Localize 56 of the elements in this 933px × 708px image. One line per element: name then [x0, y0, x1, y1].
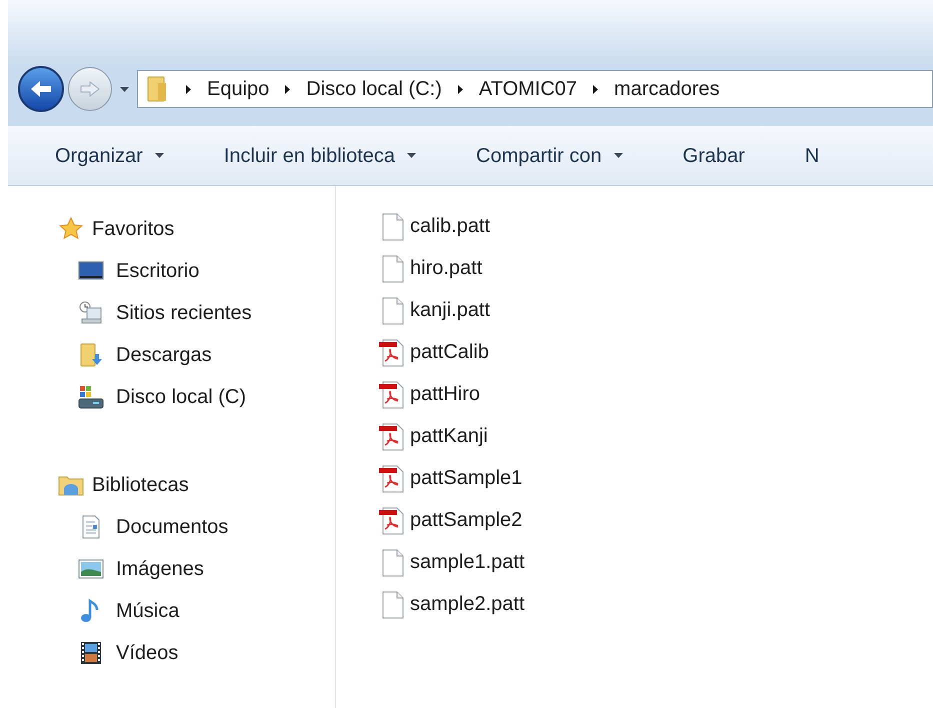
file-item[interactable]: sample1.patt [376, 539, 933, 581]
caret-down-icon [614, 151, 623, 160]
breadcrumb-item[interactable]: Equipo [207, 74, 270, 104]
file-item[interactable]: pattCalib [376, 329, 933, 371]
arrow-left-icon [29, 79, 53, 99]
nav-item[interactable]: Documentos [58, 506, 335, 548]
caret-icon [283, 84, 292, 94]
pdf-file-icon [378, 507, 404, 535]
arrow-right-icon [79, 80, 101, 98]
file-item[interactable]: pattHiro [376, 371, 933, 413]
caret-down-icon [120, 84, 129, 94]
pdf-file-icon [378, 465, 404, 493]
caret-down-icon [154, 151, 164, 160]
toolbar-button[interactable]: Grabar [682, 140, 745, 170]
back-button[interactable] [18, 66, 64, 112]
hard-drive-icon [78, 384, 104, 410]
nav-section-item[interactable]: Favoritos [58, 208, 335, 250]
nav-item[interactable]: Disco local (C) [58, 376, 335, 418]
nav-section-item[interactable]: Bibliotecas [58, 464, 335, 506]
recent-places-icon [78, 300, 104, 326]
caret-icon [591, 84, 600, 94]
blank-file-icon [382, 591, 404, 619]
nav-item[interactable]: Sitios recientes [58, 292, 335, 334]
file-item[interactable]: calib.patt [376, 203, 933, 245]
toolbar-button[interactable]: Compartir con [476, 140, 623, 170]
file-item[interactable]: hiro.patt [376, 245, 933, 287]
nav-item[interactable]: Imágenes [58, 548, 335, 590]
file-item[interactable]: pattSample1 [376, 455, 933, 497]
caret-down-icon [407, 151, 416, 160]
blank-file-icon [382, 255, 404, 283]
nav-item[interactable]: Música [58, 590, 335, 632]
file-item[interactable]: kanji.patt [376, 287, 933, 329]
film-strip-icon [78, 640, 104, 666]
pdf-file-icon [378, 423, 404, 451]
star-icon [58, 216, 84, 242]
toolbar-button[interactable]: N [804, 140, 820, 170]
breadcrumb-item[interactable]: ATOMIC07 [478, 74, 578, 104]
blank-file-icon [382, 549, 404, 577]
breadcrumb-item[interactable]: Disco local (C:) [306, 74, 442, 104]
breadcrumb-item[interactable]: marcadores [614, 74, 720, 104]
caret-icon [184, 84, 193, 94]
file-item[interactable]: pattKanji [376, 413, 933, 455]
toolbar-button[interactable]: Organizar [55, 140, 164, 170]
blank-file-icon [382, 297, 404, 325]
address-bar[interactable]: Equipo Disco local (C:) ATOMIC07 marcadores [137, 70, 933, 108]
toolbar-button[interactable]: Incluir en biblioteca [224, 140, 416, 170]
nav-item[interactable]: Escritorio [58, 250, 335, 292]
pdf-file-icon [378, 339, 404, 367]
caret-icon [456, 84, 465, 94]
file-item[interactable]: sample2.patt [376, 581, 933, 623]
nav-item[interactable]: Vídeos [58, 632, 335, 674]
pdf-file-icon [378, 381, 404, 409]
file-item[interactable]: pattSample2 [376, 497, 933, 539]
nav-item[interactable]: Descargas [58, 334, 335, 376]
folder-download-icon [78, 342, 104, 368]
blank-file-icon [382, 213, 404, 241]
